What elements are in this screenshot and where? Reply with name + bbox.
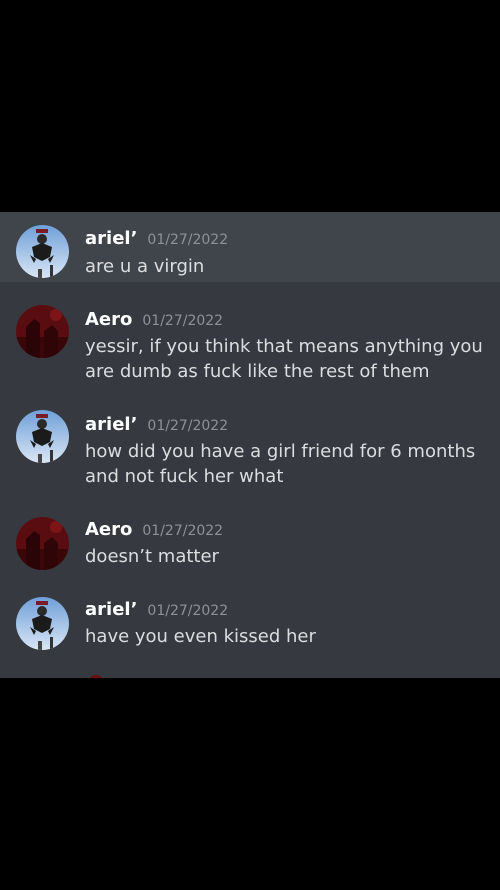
message-timestamp: 01/27/2022 [142,313,224,329]
ariel-avatar-icon[interactable] [16,597,69,650]
author-name[interactable]: ariel’ [85,228,137,249]
aero-avatar-icon[interactable] [16,305,69,358]
message-text: have you even kissed her [85,626,316,647]
ariel-avatar-icon[interactable] [16,410,69,463]
message-text: are u a virgin [85,256,205,277]
screenshot-frame: ariel’ 01/27/2022 are u a virgin Aero 01/2… [0,0,500,890]
author-name[interactable]: Aero [85,309,132,330]
message-item[interactable]: Aero 01/27/2022 yessir, if you think that… [0,282,500,392]
author-name[interactable]: ariel’ [85,414,137,435]
message-timestamp: 01/27/2022 [142,523,224,539]
chat-message-list[interactable]: ariel’ 01/27/2022 are u a virgin Aero 01/2… [0,212,500,678]
message-header: Aero 01/27/2022 [85,519,223,540]
aero-avatar-icon[interactable] [16,517,69,570]
author-name[interactable]: ariel’ [85,599,137,620]
ariel-avatar-icon[interactable] [16,225,69,278]
message-text: doesn’t matter [85,546,219,567]
message-header: ariel’ 01/27/2022 [85,228,228,249]
message-item[interactable]: ariel’ 01/27/2022 have you even kissed he… [0,582,500,678]
message-header: Aero 01/27/2022 [85,309,223,330]
message-text: how did you have a girl friend for 6 mon… [85,441,476,487]
message-item[interactable]: ariel’ 01/27/2022 how did you have a girl… [0,392,500,502]
message-header: ariel’ 01/27/2022 [85,599,228,620]
message-item[interactable]: ariel’ 01/27/2022 are u a virgin [0,212,500,282]
message-header: ariel’ 01/27/2022 [85,414,228,435]
author-name[interactable]: Aero [85,519,132,540]
message-item[interactable]: Aero 01/27/2022 doesn’t matter [0,502,500,582]
message-text: yessir, if you think that means anything… [85,336,483,382]
message-timestamp: 01/27/2022 [147,603,229,619]
message-timestamp: 01/27/2022 [147,418,229,434]
message-timestamp: 01/27/2022 [147,232,229,248]
